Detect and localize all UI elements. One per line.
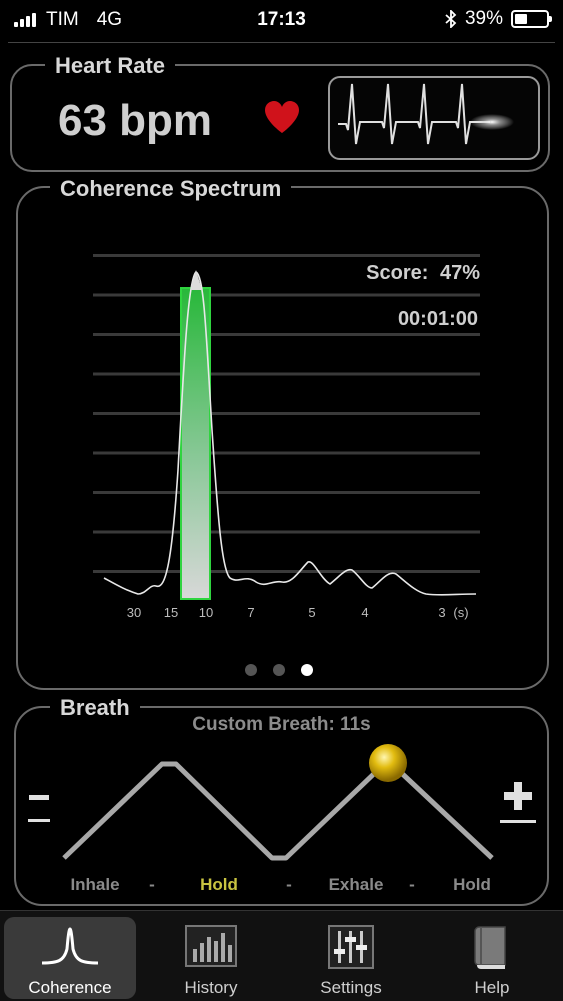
tab-label: History (184, 978, 238, 997)
phase-exhale: Exhale (328, 875, 384, 894)
tab-bar: Coherence History Settings Help (0, 910, 563, 1001)
breath-pacer-ball (369, 744, 407, 782)
phase-inhale: Inhale (70, 875, 120, 894)
tab-settings[interactable]: Settings (285, 917, 417, 999)
phase-hold: Hold (453, 875, 491, 894)
book-icon (474, 926, 506, 969)
phase-separator: - (149, 875, 155, 894)
tab-label: Settings (320, 978, 382, 997)
tab-label: Coherence (28, 978, 112, 997)
breath-wave (62, 761, 494, 861)
phase-separator: - (286, 875, 292, 894)
tab-coherence[interactable]: Coherence (4, 917, 136, 999)
coherence-peak-icon (41, 927, 99, 965)
phase-hold-active: Hold (200, 875, 238, 894)
tab-help[interactable]: Help (426, 917, 558, 999)
phase-separator: - (409, 875, 415, 894)
tab-label: Help (474, 978, 510, 997)
sliders-icon (328, 925, 374, 969)
tab-history[interactable]: History (145, 917, 277, 999)
breath-pattern (62, 744, 494, 861)
bar-chart-icon (185, 925, 237, 967)
